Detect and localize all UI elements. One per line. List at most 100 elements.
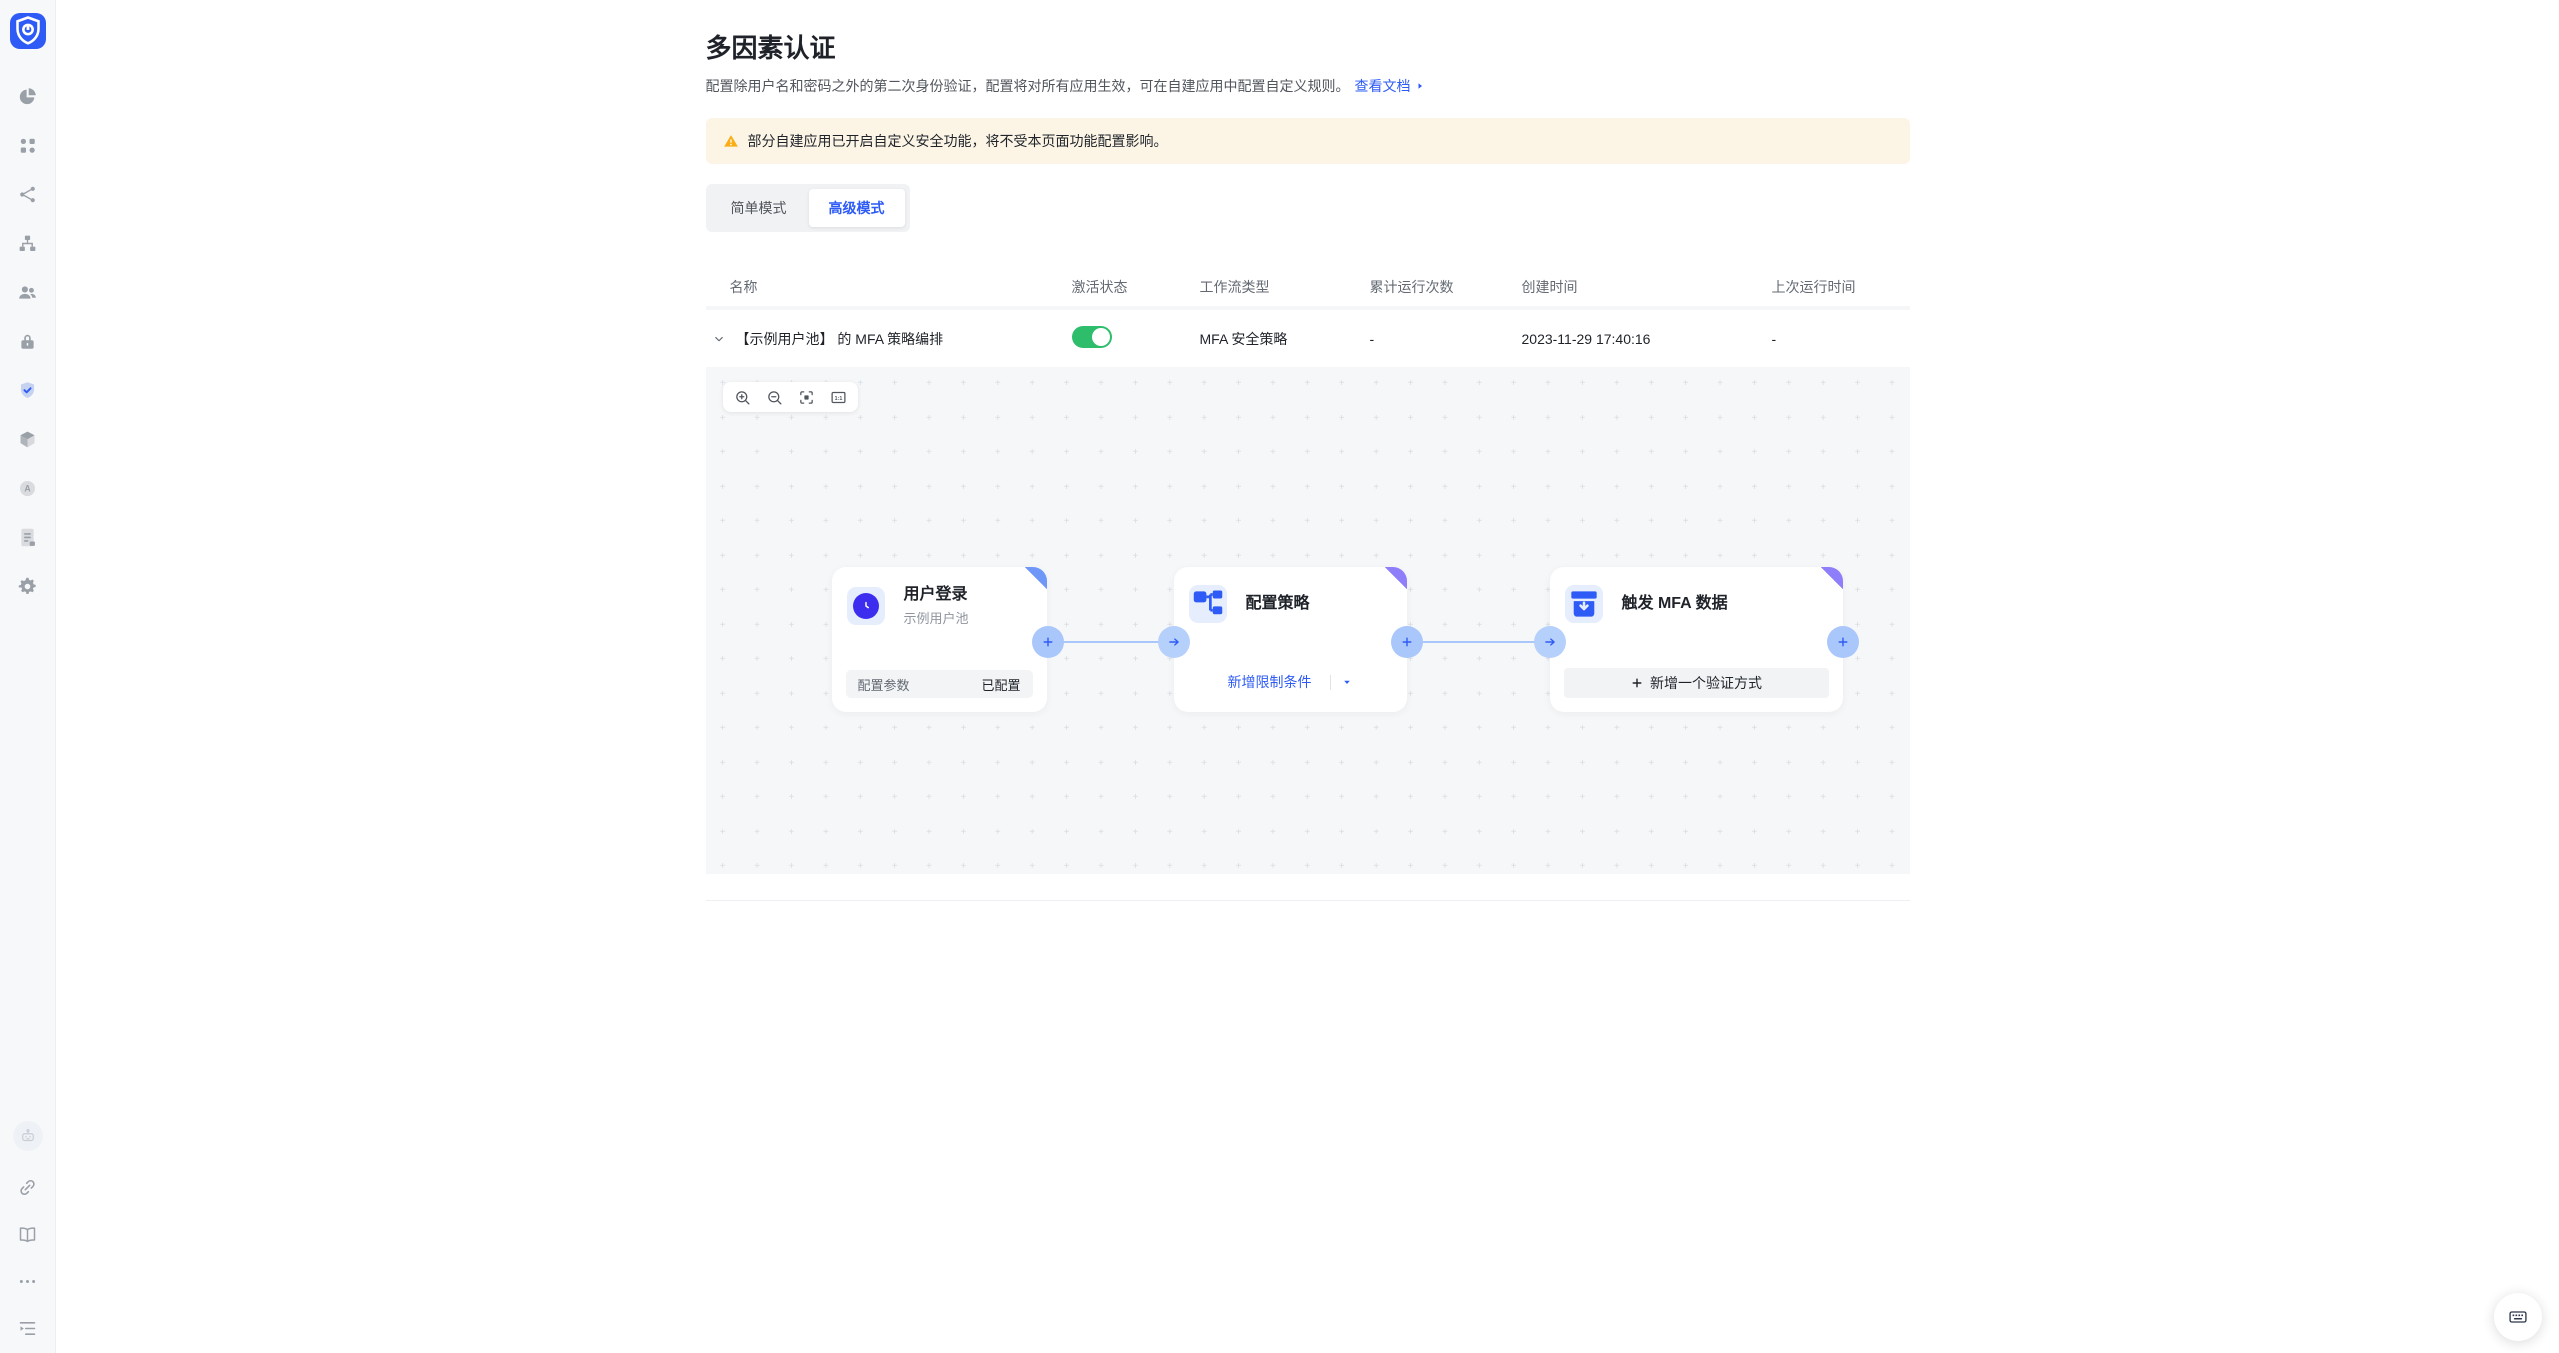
app-logo[interactable]	[10, 13, 46, 49]
table-bottom-border	[706, 874, 1910, 901]
node-titles: 配置策略	[1246, 594, 1310, 614]
sidebar-item-gear[interactable]	[17, 576, 38, 597]
sidebar-item-link[interactable]	[17, 1177, 38, 1198]
warning-icon	[723, 133, 739, 149]
mode-tab-0[interactable]: 简单模式	[711, 189, 807, 227]
sidebar-footer-nav	[0, 1121, 55, 1353]
warning-banner: 部分自建应用已开启自定义安全功能，将不受本页面功能配置影响。	[706, 118, 1910, 164]
node-configure-policy[interactable]: 配置策略 新增限制条件	[1174, 567, 1407, 712]
sidebar-item-letter-a[interactable]: A	[17, 478, 38, 499]
sidebar-item-document[interactable]	[17, 527, 38, 548]
workflow-type: MFA 安全策略	[1184, 329, 1354, 349]
warning-text: 部分自建应用已开启自定义安全功能，将不受本页面功能配置影响。	[748, 131, 1168, 151]
canvas-toolbar: 1:1	[723, 382, 858, 412]
configure-params-label: 配置参数	[858, 675, 910, 694]
caret-down-icon[interactable]	[1341, 676, 1353, 688]
divider	[1330, 675, 1331, 690]
connector-arrow	[1158, 626, 1190, 658]
add-verification-button[interactable]: 新增一个验证方式	[1564, 668, 1829, 698]
node-title: 触发 MFA 数据	[1622, 594, 1728, 614]
svg-text:1:1: 1:1	[834, 396, 842, 402]
sidebar: A	[0, 0, 56, 1353]
toggle-knob	[1092, 328, 1110, 346]
column-header-4: 创建时间	[1506, 277, 1756, 297]
node-fold	[1385, 567, 1407, 589]
node-head: 触发 MFA 数据	[1550, 567, 1843, 623]
sidebar-item-cube[interactable]	[17, 429, 38, 450]
row-expander-icon[interactable]	[712, 332, 726, 346]
sidebar-item-ellipsis[interactable]	[17, 1271, 38, 1292]
total-runs: -	[1354, 331, 1506, 347]
flow-icon	[1189, 585, 1227, 623]
one-to-one-button[interactable]: 1:1	[830, 389, 847, 406]
node-titles: 触发 MFA 数据	[1622, 594, 1728, 614]
content-column: 多因素认证 配置除用户名和密码之外的第二次身份验证，配置将对所有应用生效，可在自…	[706, 0, 1910, 901]
plus-icon	[1836, 635, 1850, 649]
sidebar-nav: A	[17, 86, 38, 597]
add-node-button[interactable]	[1391, 626, 1423, 658]
archive-icon	[1565, 585, 1603, 623]
column-header-1: 激活状态	[1056, 277, 1184, 297]
node-user-login[interactable]: 用户登录 示例用户池 配置参数 已配置	[832, 567, 1047, 712]
shield-logo-icon	[10, 13, 46, 49]
sidebar-item-robot[interactable]	[13, 1121, 43, 1151]
flow-glyph	[1189, 585, 1227, 623]
node-title: 用户登录	[904, 585, 969, 605]
archive-glyph	[1565, 585, 1603, 623]
svg-text:A: A	[24, 484, 31, 494]
main-content: 多因素认证 配置除用户名和密码之外的第二次身份验证，配置将对所有应用生效，可在自…	[56, 0, 2559, 1353]
node-titles: 用户登录 示例用户池	[904, 585, 969, 627]
arrow-right-icon	[1167, 635, 1181, 649]
workflow-name: 【示例用户池】 的 MFA 策略编排	[736, 329, 944, 349]
zoom-in-button[interactable]	[734, 389, 751, 406]
column-header-3: 累计运行次数	[1354, 277, 1506, 297]
add-restriction-button[interactable]: 新增限制条件	[1174, 668, 1407, 696]
column-header-2: 工作流类型	[1184, 277, 1354, 297]
keyboard-icon	[2508, 1307, 2528, 1327]
add-node-button[interactable]	[1032, 626, 1064, 658]
column-header-5: 上次运行时间	[1756, 277, 1910, 297]
page-description: 配置除用户名和密码之外的第二次身份验证，配置将对所有应用生效，可在自建应用中配置…	[706, 76, 1910, 96]
clock-glyph	[858, 598, 874, 614]
zoom-out-button[interactable]	[766, 389, 783, 406]
node-title: 配置策略	[1246, 594, 1310, 614]
view-docs-label: 查看文档	[1355, 76, 1411, 96]
sidebar-item-collapse[interactable]	[17, 1318, 38, 1339]
page-description-text: 配置除用户名和密码之外的第二次身份验证，配置将对所有应用生效，可在自建应用中配置…	[706, 76, 1350, 96]
workflow-canvas[interactable]: ++++++++++++++++++++++++++++++++++++++++…	[706, 367, 1910, 874]
sidebar-item-share[interactable]	[17, 184, 38, 205]
configure-params-row[interactable]: 配置参数 已配置	[846, 670, 1033, 698]
sidebar-item-users[interactable]	[17, 282, 38, 303]
page-title: 多因素认证	[706, 33, 1910, 64]
fit-screen-button[interactable]	[798, 389, 815, 406]
sidebar-item-book[interactable]	[17, 1224, 38, 1245]
node-fold	[1025, 567, 1047, 589]
workflow-table: 名称激活状态工作流类型累计运行次数创建时间上次运行时间 【示例用户池】 的 MF…	[706, 267, 1910, 901]
sidebar-item-pie-chart[interactable]	[17, 86, 38, 107]
connector-line	[1407, 641, 1550, 643]
plus-icon	[1400, 635, 1414, 649]
caret-right-icon	[1414, 80, 1426, 92]
node-fold	[1821, 567, 1843, 589]
sidebar-item-shield-check[interactable]	[17, 380, 38, 401]
mode-tab-1[interactable]: 高级模式	[809, 189, 905, 227]
sidebar-item-lock[interactable]	[17, 331, 38, 352]
node-head: 配置策略	[1174, 567, 1407, 623]
cell-name: 【示例用户池】 的 MFA 策略编排	[706, 329, 1056, 349]
table-header: 名称激活状态工作流类型累计运行次数创建时间上次运行时间	[706, 267, 1910, 310]
add-restriction-label: 新增限制条件	[1228, 672, 1312, 692]
active-toggle[interactable]	[1072, 326, 1112, 348]
connector-line	[1048, 641, 1174, 643]
column-header-0: 名称	[706, 277, 1056, 297]
arrow-right-icon	[1543, 635, 1557, 649]
view-docs-link[interactable]: 查看文档	[1355, 76, 1426, 96]
keyboard-shortcuts-button[interactable]	[2494, 1293, 2542, 1341]
sidebar-item-apps[interactable]	[17, 135, 38, 156]
add-node-button[interactable]	[1827, 626, 1859, 658]
node-subtitle: 示例用户池	[904, 608, 969, 627]
created-at: 2023-11-29 17:40:16	[1506, 331, 1756, 347]
table-row[interactable]: 【示例用户池】 的 MFA 策略编排 MFA 安全策略 - 2023-11-29…	[706, 310, 1910, 367]
mode-tabs: 简单模式高级模式	[706, 184, 910, 232]
sidebar-item-org-tree[interactable]	[17, 233, 38, 254]
node-trigger-mfa-data[interactable]: 触发 MFA 数据 新增一个验证方式	[1550, 567, 1843, 712]
